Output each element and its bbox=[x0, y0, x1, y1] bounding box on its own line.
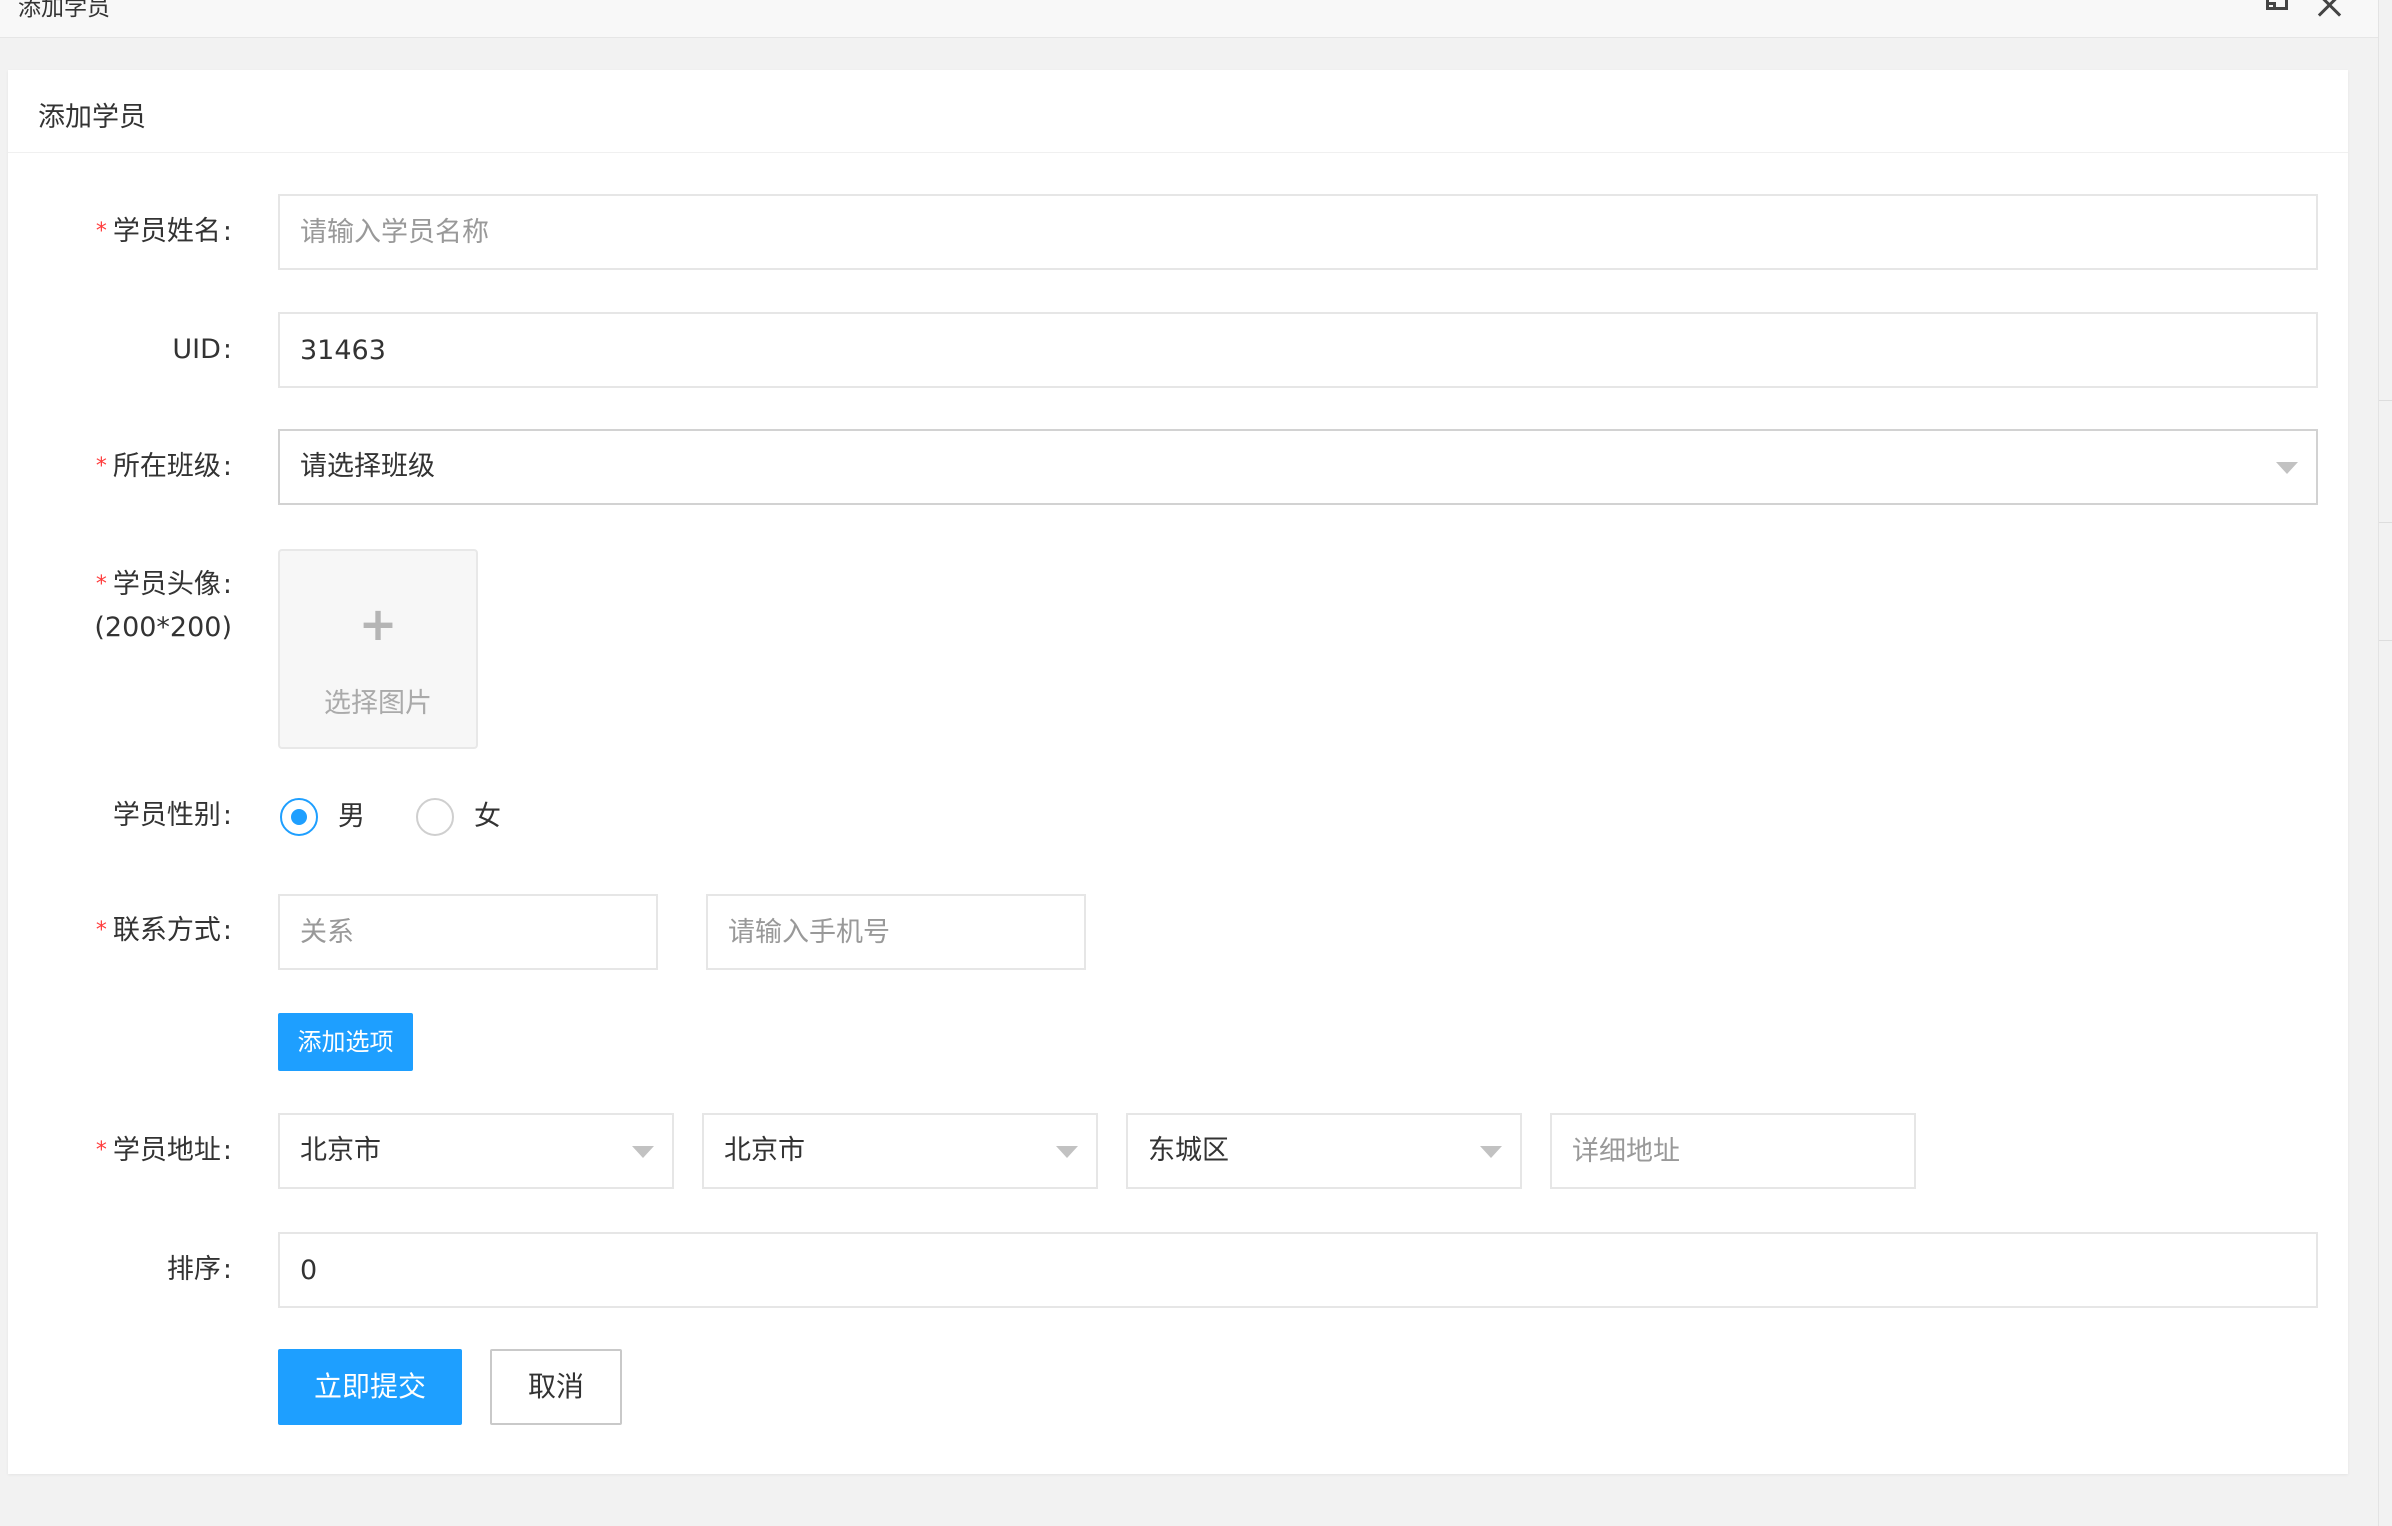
gender-option-male: 男 bbox=[338, 801, 365, 832]
cancel-button[interactable]: 取消 bbox=[490, 1349, 622, 1425]
class-select-value: 请选择班级 bbox=[300, 451, 435, 482]
district-select[interactable]: 东城区 bbox=[1126, 1113, 1522, 1189]
uid-input[interactable] bbox=[278, 312, 2318, 388]
student-name-input[interactable] bbox=[278, 194, 2318, 270]
plus-icon: + bbox=[358, 597, 398, 651]
name-label: * 学员姓名: bbox=[95, 216, 232, 247]
phone-input[interactable] bbox=[706, 894, 1086, 970]
class-select[interactable]: 请选择班级 bbox=[278, 429, 2318, 505]
sort-label: 排序: bbox=[166, 1254, 232, 1285]
uid-label: UID: bbox=[172, 334, 232, 365]
chevron-down-icon bbox=[1480, 1146, 1502, 1158]
close-icon[interactable] bbox=[2312, 0, 2346, 30]
city-value: 北京市 bbox=[724, 1135, 805, 1166]
gender-label: 学员性别: bbox=[112, 800, 232, 831]
address-label: * 学员地址: bbox=[95, 1135, 232, 1166]
maximize-icon[interactable] bbox=[2262, 0, 2296, 30]
chevron-down-icon bbox=[2276, 462, 2298, 474]
required-mark: * bbox=[95, 918, 107, 943]
gender-radio-male[interactable] bbox=[280, 798, 318, 836]
upload-label: 选择图片 bbox=[324, 688, 432, 719]
district-value: 东城区 bbox=[1148, 1135, 1229, 1166]
window-titlebar: 添加学员 bbox=[0, 0, 2378, 38]
add-option-button[interactable]: 添加选项 bbox=[278, 1013, 413, 1071]
card-header: 添加学员 bbox=[8, 70, 2348, 153]
gender-option-female: 女 bbox=[474, 801, 501, 832]
required-mark: * bbox=[95, 1138, 107, 1163]
sort-input[interactable] bbox=[278, 1232, 2318, 1308]
address-detail-input[interactable] bbox=[1550, 1113, 1916, 1189]
background-page-edge bbox=[2378, 0, 2392, 1526]
province-value: 北京市 bbox=[300, 1135, 381, 1166]
window-title: 添加学员 bbox=[18, 0, 110, 21]
avatar-label: * 学员头像: bbox=[95, 569, 232, 600]
contact-label: * 联系方式: bbox=[95, 915, 232, 946]
province-select[interactable]: 北京市 bbox=[278, 1113, 674, 1189]
relation-input[interactable] bbox=[278, 894, 658, 970]
minimize-icon[interactable] bbox=[2210, 0, 2244, 30]
submit-button[interactable]: 立即提交 bbox=[278, 1349, 462, 1425]
class-label: * 所在班级: bbox=[95, 451, 232, 482]
chevron-down-icon bbox=[632, 1146, 654, 1158]
required-mark: * bbox=[95, 219, 107, 244]
avatar-upload-button[interactable]: + 选择图片 bbox=[278, 549, 478, 749]
required-mark: * bbox=[95, 454, 107, 479]
avatar-size-hint: (200*200) bbox=[94, 612, 232, 643]
required-mark: * bbox=[95, 572, 107, 597]
chevron-down-icon bbox=[1056, 1146, 1078, 1158]
city-select[interactable]: 北京市 bbox=[702, 1113, 1098, 1189]
card-title: 添加学员 bbox=[38, 102, 146, 133]
gender-radio-female[interactable] bbox=[416, 798, 454, 836]
